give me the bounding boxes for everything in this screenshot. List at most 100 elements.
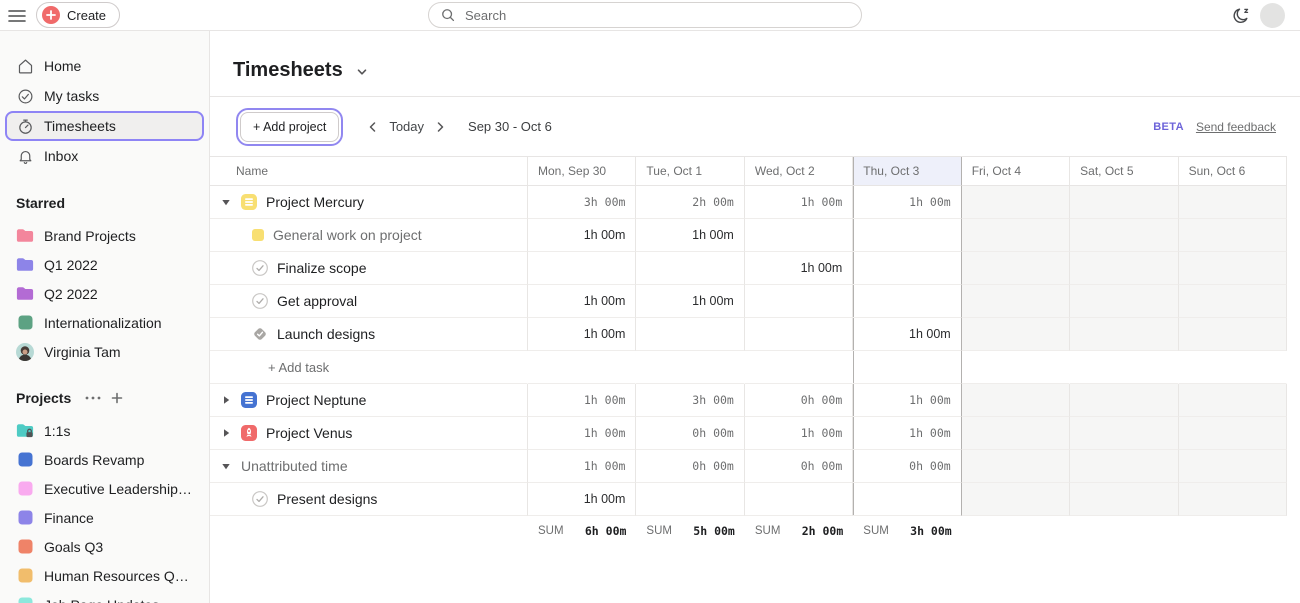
time-cell[interactable]: 1h 00m xyxy=(528,483,636,516)
folder-icon xyxy=(16,257,34,272)
time-cell[interactable] xyxy=(853,285,961,318)
time-cell[interactable] xyxy=(1070,219,1178,252)
add-task-button[interactable]: + Add task xyxy=(210,351,528,384)
time-cell[interactable] xyxy=(745,219,853,252)
starred-item-brand-projects[interactable]: Brand Projects xyxy=(0,221,209,250)
column-header-thu-oct-3[interactable]: Thu, Oct 3 xyxy=(853,157,961,186)
project-name[interactable]: Unattributed time xyxy=(241,458,348,474)
project-name[interactable]: Project Mercury xyxy=(266,194,364,210)
time-cell[interactable] xyxy=(962,483,1070,516)
time-cell[interactable] xyxy=(745,285,853,318)
time-cell[interactable]: 1h 00m xyxy=(853,318,961,351)
time-cell[interactable] xyxy=(528,252,636,285)
time-cell[interactable]: 1h 00m xyxy=(636,219,744,252)
time-cell[interactable] xyxy=(853,483,961,516)
project-item-boards-revamp[interactable]: Boards Revamp xyxy=(0,445,209,474)
column-header-fri-oct-4[interactable]: Fri, Oct 4 xyxy=(962,157,1070,186)
time-cell[interactable] xyxy=(853,219,961,252)
sidebar-item-inbox[interactable]: Inbox xyxy=(5,141,204,171)
caret-down-icon[interactable] xyxy=(220,461,232,471)
starred-item-internationalization[interactable]: Internationalization xyxy=(0,308,209,337)
caret-right-icon[interactable] xyxy=(220,395,232,405)
time-cell[interactable]: 1h 00m xyxy=(528,219,636,252)
time-cell[interactable] xyxy=(1179,285,1287,318)
column-header-mon-sep-30[interactable]: Mon, Sep 30 xyxy=(528,157,636,186)
sidebar-item-my-tasks[interactable]: My tasks xyxy=(5,81,204,111)
project-item-job-page-updates[interactable]: Job Page Updates xyxy=(0,590,209,603)
user-avatar[interactable] xyxy=(1260,3,1285,28)
project-item-human-resources-q-a[interactable]: Human Resources Q&A xyxy=(0,561,209,590)
check-icon xyxy=(252,260,268,276)
caret-right-icon[interactable] xyxy=(220,428,232,438)
task-name[interactable]: Finalize scope xyxy=(277,260,367,276)
time-cell[interactable] xyxy=(1179,483,1287,516)
starred-item-virginia-tam[interactable]: Virginia Tam xyxy=(0,337,209,366)
page-header: Timesheets xyxy=(210,31,1300,97)
time-cell[interactable] xyxy=(1070,483,1178,516)
task-name[interactable]: General work on project xyxy=(273,227,422,243)
home-icon xyxy=(16,58,34,75)
title-chevron-down-icon[interactable] xyxy=(356,66,368,78)
caret-down-icon[interactable] xyxy=(220,197,232,207)
search-input[interactable] xyxy=(463,7,849,24)
project-color-icon xyxy=(16,597,34,603)
project-item-finance[interactable]: Finance xyxy=(0,503,209,532)
sidebar-item-label: Home xyxy=(44,58,81,74)
time-cell[interactable] xyxy=(1179,318,1287,351)
time-cell[interactable] xyxy=(1179,219,1287,252)
sum-cell: SUM3h 00m xyxy=(853,516,961,546)
time-cell[interactable] xyxy=(1179,252,1287,285)
do-not-disturb-moon-icon[interactable] xyxy=(1230,5,1252,27)
time-cell[interactable] xyxy=(962,318,1070,351)
time-cell: 1h 00m xyxy=(528,384,636,417)
time-cell[interactable] xyxy=(745,483,853,516)
time-cell[interactable] xyxy=(962,252,1070,285)
time-cell xyxy=(1179,450,1287,483)
project-item-goals-q3[interactable]: Goals Q3 xyxy=(0,532,209,561)
project-color-icon xyxy=(16,510,34,525)
time-cell[interactable] xyxy=(636,483,744,516)
time-cell[interactable] xyxy=(636,252,744,285)
time-cell[interactable]: 1h 00m xyxy=(636,285,744,318)
time-cell[interactable]: 1h 00m xyxy=(528,285,636,318)
sidebar-item-home[interactable]: Home xyxy=(5,51,204,81)
column-header-sat-oct-5[interactable]: Sat, Oct 5 xyxy=(1070,157,1178,186)
column-header-sun-oct-6[interactable]: Sun, Oct 6 xyxy=(1179,157,1287,186)
starred-item-q2-2022[interactable]: Q2 2022 xyxy=(0,279,209,308)
time-cell[interactable] xyxy=(636,318,744,351)
add-project-plus-icon[interactable] xyxy=(111,392,123,404)
task-name[interactable]: Launch designs xyxy=(277,326,375,342)
column-header-wed-oct-2[interactable]: Wed, Oct 2 xyxy=(745,157,853,186)
projects-section-title: Projects xyxy=(16,390,71,406)
time-cell[interactable] xyxy=(1070,318,1178,351)
time-cell xyxy=(1179,384,1287,417)
time-cell[interactable]: 1h 00m xyxy=(745,252,853,285)
time-cell[interactable] xyxy=(1070,285,1178,318)
sidebar-toggle-icon[interactable] xyxy=(8,7,28,24)
create-button[interactable]: Create xyxy=(36,2,120,28)
prev-week-chevron-icon[interactable] xyxy=(363,117,383,137)
next-week-chevron-icon[interactable] xyxy=(430,117,450,137)
time-cell[interactable]: 1h 00m xyxy=(528,318,636,351)
time-cell[interactable] xyxy=(1070,252,1178,285)
project-name[interactable]: Project Neptune xyxy=(266,392,366,408)
project-name[interactable]: Project Venus xyxy=(266,425,352,441)
starred-item-q1-2022[interactable]: Q1 2022 xyxy=(0,250,209,279)
task-name[interactable]: Get approval xyxy=(277,293,357,309)
today-button[interactable]: Today xyxy=(389,119,424,134)
time-cell[interactable] xyxy=(853,252,961,285)
add-project-button[interactable]: + Add project xyxy=(240,112,339,142)
task-name[interactable]: Present designs xyxy=(277,491,377,507)
send-feedback-link[interactable]: Send feedback xyxy=(1196,120,1276,134)
sidebar-item-timesheets[interactable]: Timesheets xyxy=(5,111,204,141)
project-name-cell: Project Neptune xyxy=(210,384,528,417)
projects-more-icon[interactable] xyxy=(85,396,101,400)
time-cell xyxy=(1070,186,1178,219)
project-item-executive-leadership-gr[interactable]: Executive Leadership Gr... xyxy=(0,474,209,503)
search-bar[interactable] xyxy=(428,2,862,28)
project-item-1-1s[interactable]: 1:1s xyxy=(0,416,209,445)
time-cell[interactable] xyxy=(962,219,1070,252)
time-cell[interactable] xyxy=(745,318,853,351)
time-cell[interactable] xyxy=(962,285,1070,318)
column-header-tue-oct-1[interactable]: Tue, Oct 1 xyxy=(636,157,744,186)
